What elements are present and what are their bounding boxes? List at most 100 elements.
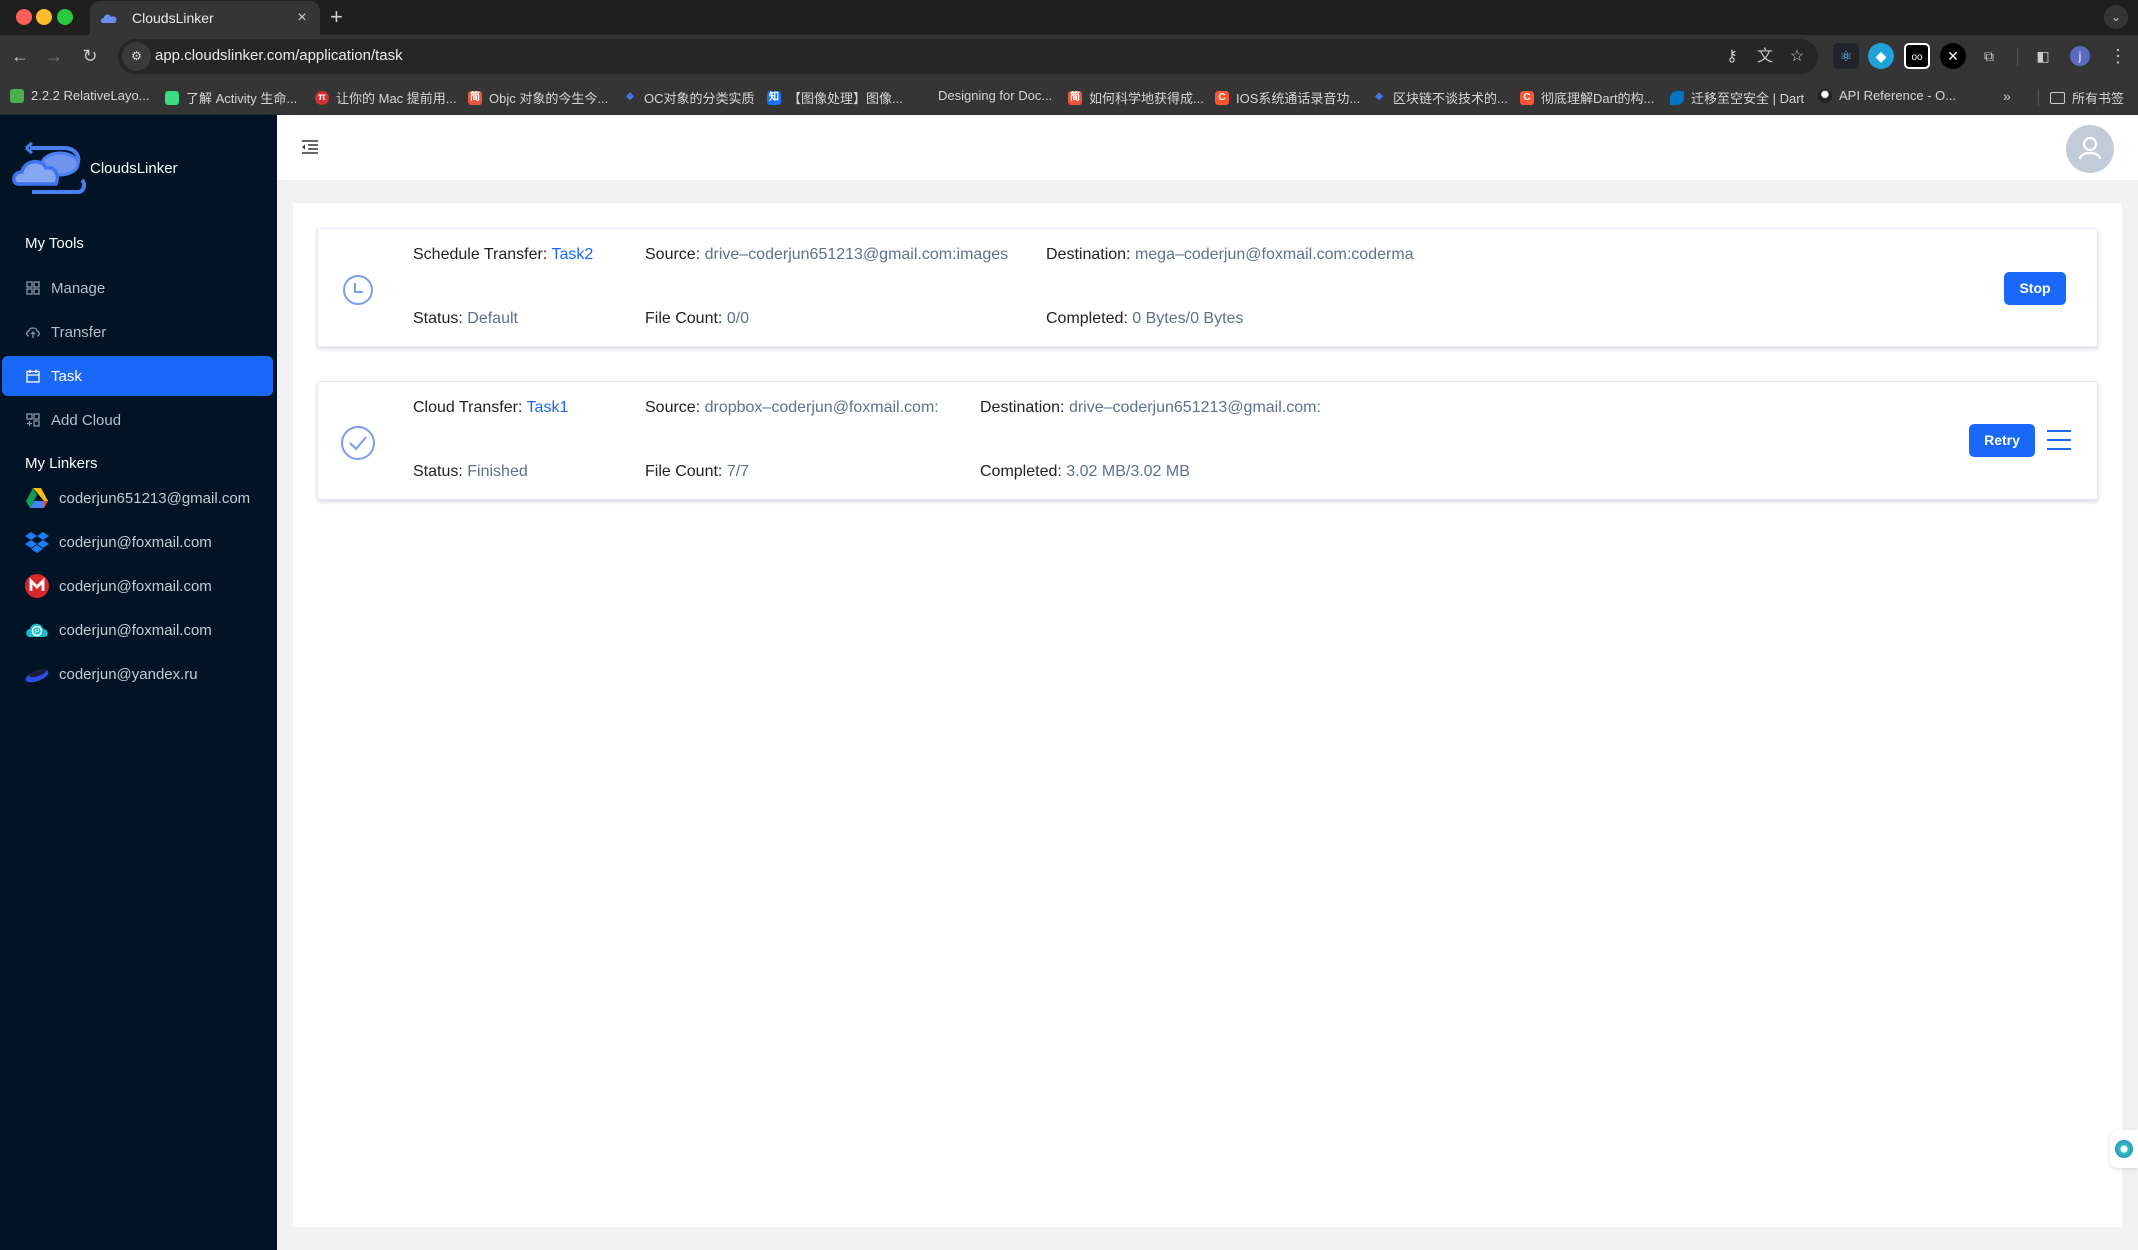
bookmark-item[interactable]: C 彻底理解Dart的构... (1520, 88, 1654, 107)
completed-value: 0 Bytes/0 Bytes (1132, 310, 1244, 327)
bookmark-item[interactable]: ❖ 区块链不谈技术的... (1372, 88, 1508, 107)
reload-button[interactable]: ↻ (78, 44, 102, 68)
linker-yandex-disk[interactable]: coderjun@yandex.ru (25, 659, 198, 689)
window-close-button[interactable] (16, 9, 32, 25)
profile-avatar[interactable]: j (2070, 46, 2090, 66)
translate-icon[interactable]: 文 (1754, 46, 1776, 68)
sidebar-item-add-cloud[interactable]: Add Cloud (2, 400, 273, 440)
bookmark-label: 【图像处理】图像... (788, 91, 903, 106)
source-value: drive–coderjun651213@gmail.com:images (704, 246, 1009, 263)
file-count-value: 0/0 (726, 310, 750, 327)
bookmarks-bar: 2.2.2 RelativeLayo... 了解 Activity 生命... … (0, 79, 2138, 115)
destination-label: Destination: (1046, 246, 1131, 263)
bookmark-item[interactable]: π 让你的 Mac 提前用... (315, 88, 457, 107)
bookmark-item[interactable]: Designing for Doc... (917, 88, 1052, 103)
bookmark-item[interactable]: 简如何科学地获得成... (1068, 88, 1204, 107)
tab-search-button[interactable]: ⌄ (2104, 5, 2128, 29)
browser-menu-icon[interactable]: ⋮ (2106, 44, 2130, 68)
task-status-field: Status: Default (413, 310, 518, 328)
retry-button[interactable]: Retry (1969, 424, 2035, 457)
menu-fold-icon[interactable] (301, 138, 319, 156)
svg-text:P: P (35, 630, 39, 636)
bookmark-item[interactable]: 知【图像处理】图像... (767, 88, 903, 107)
sidebar: CloudsLinker My Tools Manage Transfer Ta… (0, 115, 277, 1250)
assistant-extension-icon (2115, 1140, 2133, 1158)
task-completed-field: Completed: 0 Bytes/0 Bytes (1046, 310, 1243, 328)
bookmark-item[interactable]: C IOS系统通话录音功... (1215, 88, 1360, 107)
source-label: Source: (645, 399, 701, 416)
linker-mega[interactable]: coderjun@foxmail.com (25, 571, 212, 601)
cloudslinker-logo-icon (12, 141, 87, 194)
bookmark-star-icon[interactable]: ☆ (1786, 46, 1808, 68)
back-button[interactable]: ← (8, 44, 32, 68)
bookmark-label: 彻底理解Dart的构... (1541, 91, 1655, 106)
bookmark-label: API Reference - O... (1839, 88, 1957, 103)
destination-label: Destination: (980, 399, 1065, 416)
bookmarks-divider (2038, 89, 2039, 106)
yandex-disk-icon (25, 668, 49, 683)
tab-title: CloudsLinker (132, 10, 214, 26)
bookmark-item[interactable]: ✺ API Reference - O... (1818, 88, 1956, 103)
sidebar-item-label: Task (51, 367, 82, 385)
cloud-upload-icon (26, 327, 40, 338)
completed-label: Completed: (1046, 310, 1128, 327)
sidebar-item-transfer[interactable]: Transfer (2, 312, 273, 352)
sidebar-item-manage[interactable]: Manage (2, 268, 273, 308)
react-devtools-extension-icon[interactable]: ⚛ (1833, 43, 1859, 69)
browser-toolbar: ← → ↻ ⚙ app.cloudslinker.com/application… (0, 35, 2138, 79)
password-key-icon[interactable]: ⚷ (1721, 46, 1743, 68)
destination-value: drive–coderjun651213@gmail.com: (1068, 399, 1321, 416)
task-name-link[interactable]: Task1 (527, 399, 569, 416)
tab-close-icon[interactable]: × (294, 9, 310, 27)
brand-logo[interactable]: CloudsLinker (12, 140, 178, 196)
jianshu-icon: 简 (1068, 90, 1082, 105)
extension-icon[interactable]: oo (1904, 43, 1930, 69)
task-menu-icon[interactable] (2047, 430, 2071, 452)
jianshu-icon: 简 (468, 90, 482, 105)
csdn-icon: C (1215, 90, 1229, 105)
zhihu-icon: 知 (767, 90, 781, 105)
linker-pcloud[interactable]: P coderjun@foxmail.com (25, 615, 212, 645)
floating-assistant-button[interactable] (2110, 1130, 2138, 1168)
linker-google-drive[interactable]: coderjun651213@gmail.com (25, 483, 250, 513)
bookmarks-overflow-button[interactable]: » (2003, 88, 2011, 104)
extension-icon[interactable]: ◆ (1868, 43, 1894, 69)
site-info-icon[interactable]: ⚙ (122, 42, 151, 71)
completed-label: Completed: (980, 463, 1062, 480)
new-tab-button[interactable]: + (330, 4, 343, 30)
bookmark-item[interactable]: 简 Objc 对象的今生今... (468, 88, 608, 107)
bookmark-item[interactable]: 了解 Activity 生命... (165, 88, 297, 107)
task-name-link[interactable]: Task2 (551, 246, 593, 263)
stop-button[interactable]: Stop (2004, 272, 2066, 305)
linker-dropbox[interactable]: coderjun@foxmail.com (25, 527, 212, 557)
top-header (277, 115, 2138, 180)
section-title-my-linkers: My Linkers (25, 455, 98, 472)
url-text[interactable]: app.cloudslinker.com/application/task (155, 47, 403, 64)
side-panel-icon[interactable]: ◧ (2030, 43, 2056, 69)
forward-button[interactable]: → (42, 44, 66, 68)
user-avatar[interactable] (2066, 125, 2114, 173)
task-file-count-field: File Count: 7/7 (645, 463, 749, 481)
status-value: Default (467, 310, 518, 327)
window-maximize-button[interactable] (57, 9, 73, 25)
task-source-field: Source: dropbox–coderjun@foxmail.com: (645, 399, 939, 417)
window-minimize-button[interactable] (36, 9, 52, 25)
bookmark-item[interactable]: 迁移至空安全 | Dart (1670, 88, 1804, 107)
extension-icon[interactable]: ✕ (1940, 43, 1966, 69)
grid-icon (26, 281, 40, 295)
all-bookmarks-button[interactable]: 所有书签 (2050, 88, 2124, 107)
browser-tab[interactable]: CloudsLinker × (90, 1, 320, 35)
address-bar[interactable]: ⚙ app.cloudslinker.com/application/task … (118, 39, 1818, 74)
sidebar-item-label: Add Cloud (51, 411, 122, 429)
user-icon (2078, 136, 2102, 160)
bookmark-label: 迁移至空安全 | Dart (1691, 91, 1805, 106)
extensions-puzzle-icon[interactable]: ⧉ (1976, 43, 2002, 69)
bookmark-item[interactable]: ❖ OC对象的分类实质 (623, 88, 755, 107)
sidebar-item-task[interactable]: Task (2, 356, 273, 396)
juejin-icon: ❖ (1374, 91, 1384, 103)
brand-name: CloudsLinker (90, 159, 178, 177)
juejin-icon: ❖ (625, 91, 635, 103)
csdn-icon: C (1520, 90, 1534, 105)
section-title-my-tools: My Tools (25, 235, 84, 252)
bookmark-item[interactable]: 2.2.2 RelativeLayo... (10, 88, 150, 103)
